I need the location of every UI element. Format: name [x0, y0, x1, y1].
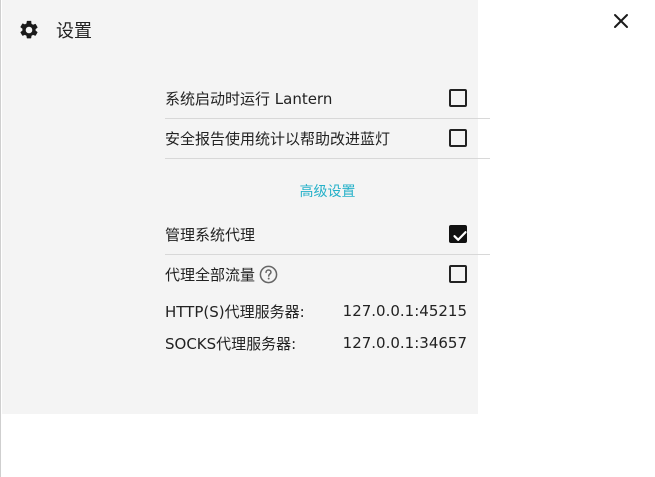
window-border: [0, 0, 1, 477]
settings-header: 设置: [18, 16, 92, 44]
setting-row-run-at-startup[interactable]: 系统启动时运行 Lantern: [165, 78, 490, 119]
run-at-startup-label: 系统启动时运行 Lantern: [165, 89, 333, 108]
http-proxy-row: HTTP(S)代理服务器: 127.0.0.1:45215: [165, 300, 467, 322]
close-icon[interactable]: [610, 10, 632, 32]
http-proxy-value: 127.0.0.1:45215: [342, 302, 467, 320]
send-stats-checkbox[interactable]: [449, 129, 467, 147]
socks-proxy-label: SOCKS代理服务器:: [165, 334, 297, 353]
manage-proxy-checkbox[interactable]: [449, 225, 467, 243]
run-at-startup-checkbox[interactable]: [449, 89, 467, 107]
setting-row-send-stats[interactable]: 安全报告使用统计以帮助改进蓝灯: [165, 118, 490, 159]
http-proxy-label: HTTP(S)代理服务器:: [165, 302, 305, 321]
proxy-all-label: 代理全部流量: [165, 265, 256, 284]
page-title: 设置: [56, 21, 92, 42]
advanced-settings-link[interactable]: 高级设置: [165, 181, 490, 201]
question-circle-icon[interactable]: [259, 265, 278, 284]
socks-proxy-row: SOCKS代理服务器: 127.0.0.1:34657: [165, 332, 467, 354]
socks-proxy-value: 127.0.0.1:34657: [342, 334, 467, 352]
proxy-all-label-wrap: 代理全部流量: [165, 264, 278, 285]
checkmark-icon: [453, 231, 467, 241]
send-stats-label: 安全报告使用统计以帮助改进蓝灯: [165, 129, 391, 148]
settings-window: 设置 系统启动时运行 Lantern 安全报告使用统计以帮助改进蓝灯 高级设置 …: [0, 0, 655, 477]
gear-icon: [18, 19, 40, 41]
setting-row-proxy-all[interactable]: 代理全部流量: [165, 254, 490, 294]
manage-proxy-label: 管理系统代理: [165, 225, 256, 244]
proxy-all-checkbox[interactable]: [449, 265, 467, 283]
setting-row-manage-proxy[interactable]: 管理系统代理: [165, 214, 490, 255]
settings-panel: 设置 系统启动时运行 Lantern 安全报告使用统计以帮助改进蓝灯 高级设置 …: [2, 0, 490, 414]
